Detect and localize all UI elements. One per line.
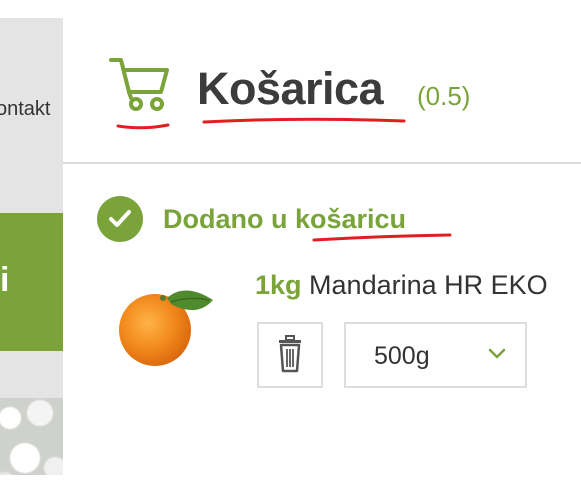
weight-select-value: 500g — [374, 342, 430, 370]
weight-select[interactable]: 500g — [344, 322, 527, 388]
background-nav-link: ontakt — [0, 98, 51, 120]
cart-count: (0.5) — [417, 81, 471, 111]
background-banner: i — [0, 213, 63, 351]
product-quantity-label: 1kg — [255, 270, 302, 300]
delete-item-button[interactable] — [257, 322, 323, 388]
background-gap — [0, 351, 63, 398]
added-notice-underline — [312, 233, 452, 242]
cart-header: Košarica (0.5) — [63, 0, 581, 164]
trash-icon — [279, 335, 301, 373]
cart-title-underline — [202, 117, 406, 124]
check-circle-icon — [97, 196, 143, 242]
cart-title: Košarica — [197, 63, 384, 114]
background-bottom-strip — [0, 475, 63, 493]
chevron-down-icon — [488, 348, 506, 359]
background-page: ontakt i — [0, 18, 63, 493]
background-top-strip — [0, 0, 63, 18]
cart-drawer: Košarica (0.5) Dodano u košaricu 1kg Man… — [63, 0, 581, 493]
added-notice-prefix: Dodano u — [163, 204, 295, 234]
product-name: 1kg Mandarina HR EKO — [255, 270, 548, 301]
cart-icon-underline — [116, 123, 170, 130]
shopping-cart-icon[interactable] — [109, 56, 171, 114]
tangerine-image — [119, 290, 213, 366]
product-title[interactable]: Mandarina HR EKO — [309, 270, 548, 300]
background-banner-text: i — [0, 261, 10, 299]
